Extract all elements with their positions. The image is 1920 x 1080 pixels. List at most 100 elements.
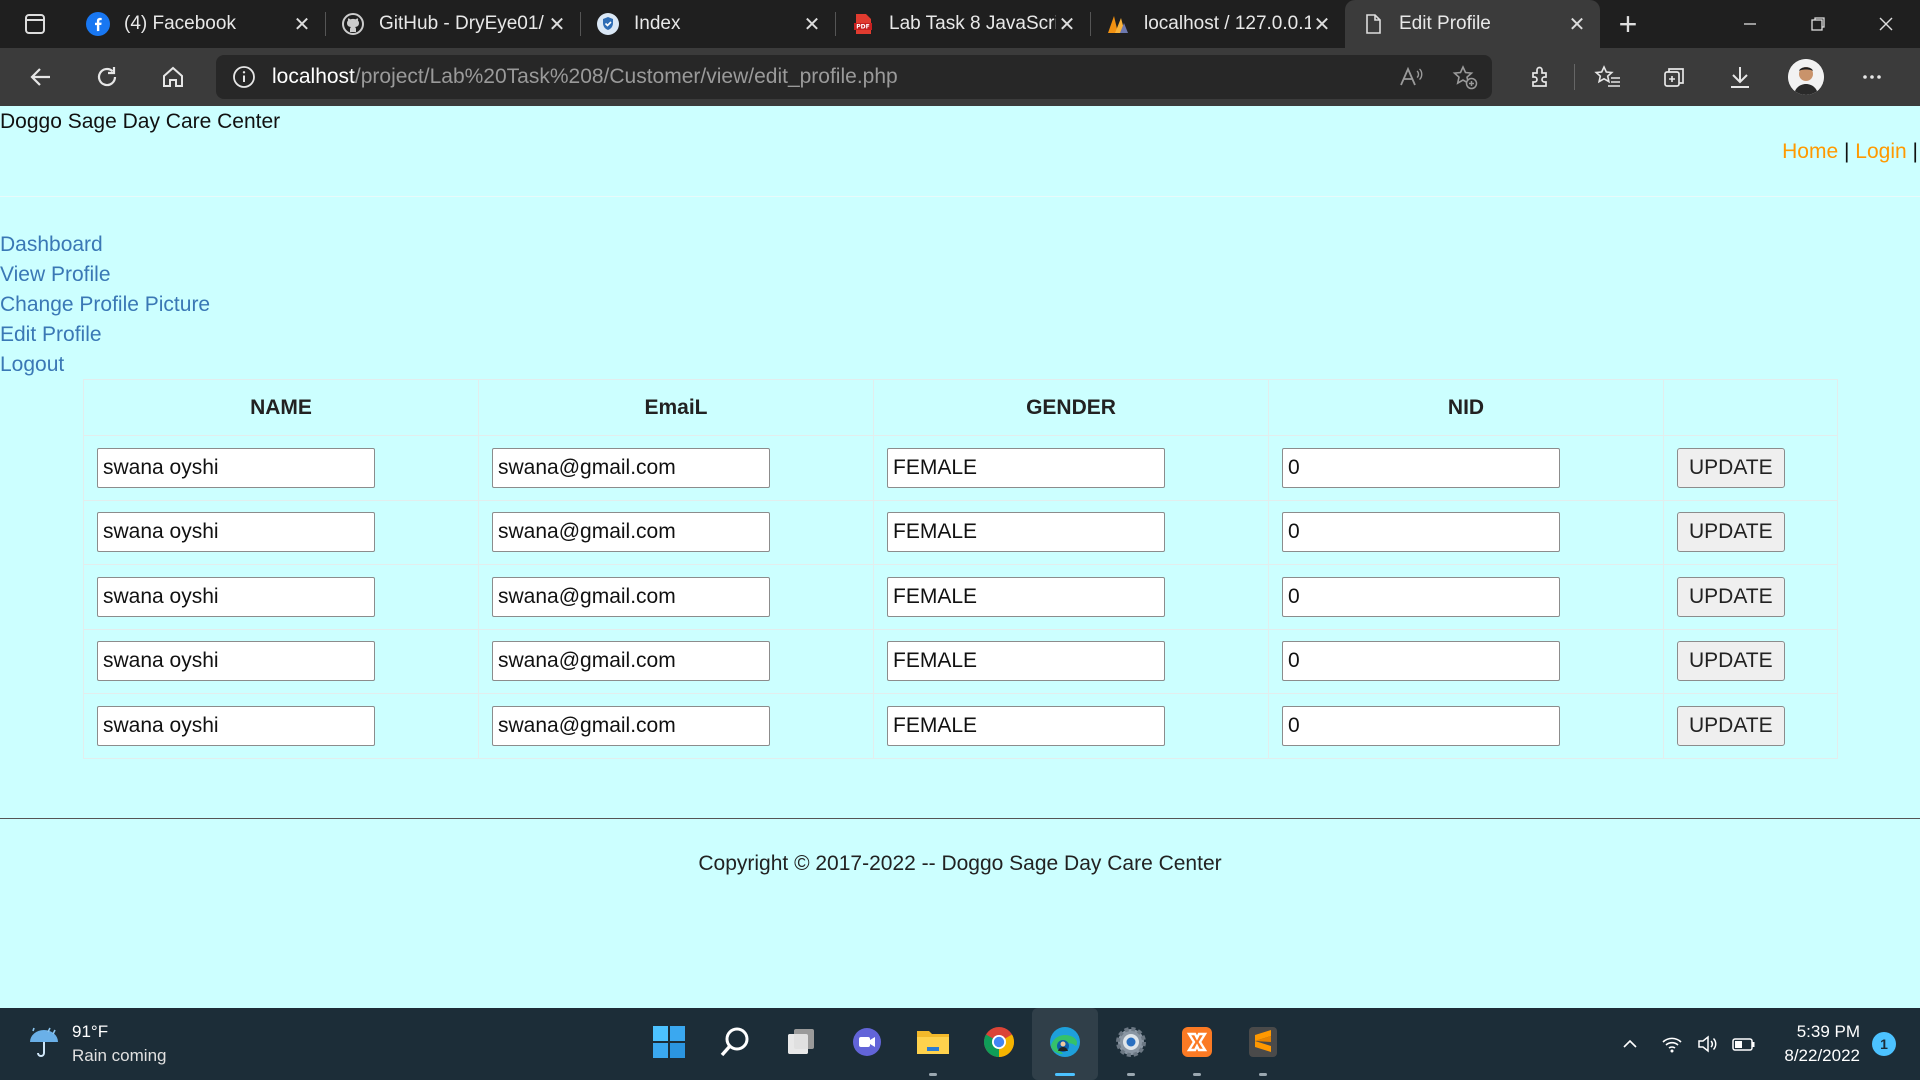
chevron-up-icon[interactable]	[1612, 1034, 1648, 1054]
favorites-icon[interactable]	[1575, 48, 1641, 106]
update-button[interactable]: UPDATE	[1677, 705, 1785, 746]
read-aloud-icon[interactable]	[1384, 64, 1438, 90]
taskbar-xampp[interactable]	[1164, 1008, 1230, 1080]
login-link[interactable]: Login	[1855, 140, 1906, 163]
name-input[interactable]	[97, 705, 375, 746]
taskbar-search[interactable]	[702, 1008, 768, 1080]
task-view-icon	[784, 1025, 818, 1064]
gender-input[interactable]	[887, 576, 1165, 617]
name-cell	[83, 693, 479, 759]
phpmyadmin-icon	[1106, 12, 1130, 36]
close-icon[interactable]: ✕	[291, 12, 313, 37]
email-cell	[478, 628, 874, 694]
downloads-icon[interactable]	[1707, 48, 1773, 106]
notification-badge[interactable]: 1	[1872, 1032, 1896, 1056]
info-icon[interactable]	[216, 65, 272, 89]
email-input[interactable]	[492, 641, 770, 682]
gender-cell	[873, 693, 1269, 759]
nid-input[interactable]	[1282, 512, 1560, 553]
profile-avatar[interactable]	[1773, 48, 1839, 106]
tab-edit-profile[interactable]: Edit Profile ✕	[1345, 0, 1600, 48]
name-input[interactable]	[97, 576, 375, 617]
site-title: Doggo Sage Day Care Center	[0, 110, 281, 133]
battery-icon[interactable]	[1726, 1034, 1762, 1054]
home-icon[interactable]	[140, 48, 206, 106]
collections-icon[interactable]	[1641, 48, 1707, 106]
table-row: UPDATE	[83, 435, 1838, 501]
close-icon[interactable]: ✕	[1311, 12, 1333, 37]
refresh-icon[interactable]	[74, 48, 140, 106]
page-icon	[1361, 12, 1385, 36]
taskbar-chrome[interactable]	[966, 1008, 1032, 1080]
volume-icon[interactable]	[1690, 1034, 1726, 1054]
nav-logout[interactable]: Logout	[0, 350, 210, 380]
nid-input[interactable]	[1282, 705, 1560, 746]
nav-edit-profile[interactable]: Edit Profile	[0, 320, 210, 350]
gender-input[interactable]	[887, 512, 1165, 553]
taskbar-file-explorer[interactable]	[900, 1008, 966, 1080]
gender-input[interactable]	[887, 705, 1165, 746]
tab-index[interactable]: Index ✕	[580, 0, 835, 48]
taskbar-task-view[interactable]	[768, 1008, 834, 1080]
taskbar-clock[interactable]: 5:39 PM 8/22/2022	[1784, 1020, 1860, 1068]
email-input[interactable]	[492, 512, 770, 553]
table-row: UPDATE	[83, 628, 1838, 694]
email-input[interactable]	[492, 447, 770, 488]
nid-input[interactable]	[1282, 641, 1560, 682]
wifi-icon[interactable]	[1654, 1034, 1690, 1054]
settings-gear-icon	[1114, 1025, 1148, 1064]
gender-input[interactable]	[887, 641, 1165, 682]
extensions-icon[interactable]	[1508, 48, 1574, 106]
taskbar-teams-chat[interactable]	[834, 1008, 900, 1080]
column-header-gender: GENDER	[873, 379, 1269, 436]
email-input[interactable]	[492, 705, 770, 746]
address-bar[interactable]: localhost/project/Lab%20Task%208/Custome…	[216, 55, 1492, 99]
name-input[interactable]	[97, 641, 375, 682]
nav-change-profile-picture[interactable]: Change Profile Picture	[0, 290, 210, 320]
start-button[interactable]	[636, 1008, 702, 1080]
close-window-icon[interactable]	[1852, 0, 1920, 48]
close-icon[interactable]: ✕	[1566, 12, 1588, 37]
new-tab-button[interactable]: +	[1600, 0, 1656, 48]
name-cell	[83, 628, 479, 694]
back-arrow-icon[interactable]	[8, 48, 74, 106]
weather-widget[interactable]: 91°F Rain coming	[26, 1020, 167, 1068]
update-button[interactable]: UPDATE	[1677, 641, 1785, 682]
tab-facebook[interactable]: (4) Facebook ✕	[70, 0, 325, 48]
nav-dashboard[interactable]: Dashboard	[0, 230, 210, 260]
tab-phpmyadmin[interactable]: localhost / 127.0.0.1 ✕	[1090, 0, 1345, 48]
close-icon[interactable]: ✕	[546, 12, 568, 37]
taskbar-sublime-text[interactable]	[1230, 1008, 1296, 1080]
column-header-email: EmaiL	[478, 379, 874, 436]
tab-actions-icon[interactable]	[0, 0, 70, 48]
update-button[interactable]: UPDATE	[1677, 447, 1785, 488]
running-indicator	[929, 1073, 937, 1076]
tab-title: GitHub - DryEye01/	[379, 13, 544, 34]
name-cell	[83, 564, 479, 630]
nid-input[interactable]	[1282, 576, 1560, 617]
gender-input[interactable]	[887, 447, 1165, 488]
minimize-icon[interactable]	[1716, 0, 1784, 48]
tab-lab-task-pdf[interactable]: PDF Lab Task 8 JavaScrip ✕	[835, 0, 1090, 48]
url-path: /project/Lab%20Task%208/Customer/view/ed…	[354, 65, 898, 88]
browser-tab-bar: (4) Facebook ✕ GitHub - DryEye01/ ✕ Inde…	[0, 0, 1920, 48]
name-input[interactable]	[97, 447, 375, 488]
taskbar-edge[interactable]	[1032, 1008, 1098, 1080]
add-favorite-icon[interactable]	[1438, 64, 1492, 90]
update-button[interactable]: UPDATE	[1677, 576, 1785, 617]
tab-github[interactable]: GitHub - DryEye01/ ✕	[325, 0, 580, 48]
home-link[interactable]: Home	[1782, 140, 1838, 163]
update-button[interactable]: UPDATE	[1677, 512, 1785, 553]
xampp-icon	[1180, 1025, 1214, 1064]
taskbar-settings[interactable]	[1098, 1008, 1164, 1080]
email-input[interactable]	[492, 576, 770, 617]
more-options-icon[interactable]	[1839, 48, 1905, 106]
clock-date: 8/22/2022	[1784, 1046, 1860, 1065]
close-icon[interactable]: ✕	[801, 12, 823, 37]
restore-icon[interactable]	[1784, 0, 1852, 48]
nav-view-profile[interactable]: View Profile	[0, 260, 210, 290]
edit-profile-table: NAME EmaiL GENDER NID UPDATE UPDATE	[83, 379, 1838, 759]
close-icon[interactable]: ✕	[1056, 12, 1078, 37]
name-input[interactable]	[97, 512, 375, 553]
nid-input[interactable]	[1282, 447, 1560, 488]
